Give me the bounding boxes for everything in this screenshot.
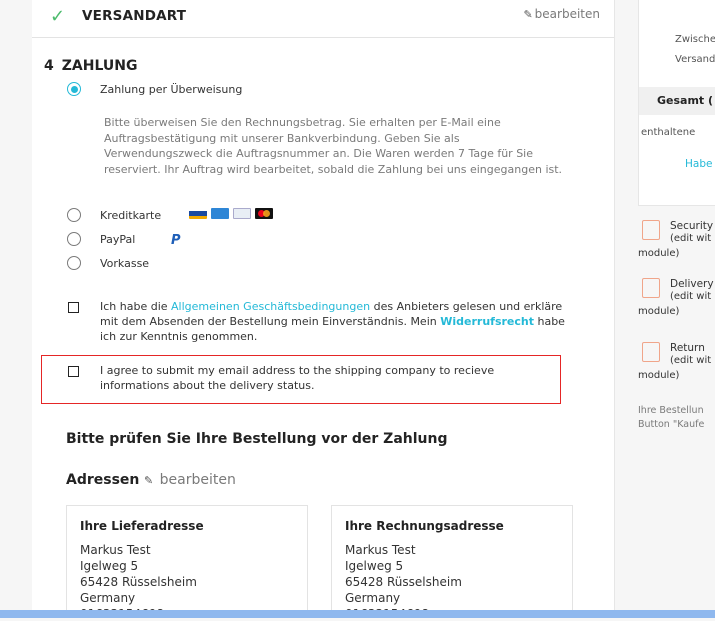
billing-address-card: Ihre Rechnungsadresse Markus Test Igelwe…	[331, 505, 573, 621]
reassurance-title: Delivery	[670, 278, 714, 290]
total-label: Gesamt (	[657, 94, 714, 107]
mastercard-icon	[255, 208, 273, 219]
edit-shipping-link[interactable]: ✎ bearbeiten	[523, 7, 600, 21]
billing-address-line: 65428 Rüsselsheim	[345, 575, 462, 589]
addresses-edit-label: bearbeiten	[159, 472, 236, 488]
shipping-address-line: Markus Test	[80, 543, 151, 557]
lock-icon	[642, 220, 660, 240]
terms-checkbox[interactable]	[68, 302, 79, 313]
pencil-icon: ✎	[523, 8, 533, 21]
paypal-icon: P	[171, 233, 181, 248]
billing-address-line: Igelweg 5	[345, 559, 404, 573]
terms-text: Ich habe die Allgemeinen Geschäftsbeding…	[100, 299, 570, 344]
bank-transfer-description: Bitte überweisen Sie den Rechnungsbetrag…	[104, 116, 563, 176]
truck-icon	[642, 278, 660, 298]
reassurance-sub: (edit wit	[670, 291, 712, 302]
addresses-edit-link[interactable]: ✎ bearbeiten	[144, 472, 236, 488]
step-shipping-header[interactable]: ✓ VERSANDART ✎ bearbeiten	[32, 0, 614, 38]
reassurance-tail: module)	[638, 370, 680, 381]
withdrawal-link[interactable]: Widerrufsrecht	[440, 315, 534, 328]
billing-address-line: Germany	[345, 591, 401, 605]
radio-paypal[interactable]	[67, 232, 81, 246]
step-payment-title: 4 ZAHLUNG	[44, 58, 137, 74]
radio-bank-transfer[interactable]	[67, 82, 81, 96]
order-footnote: Ihre Bestellun Button "Kaufe	[638, 404, 715, 432]
billing-address-title: Ihre Rechnungsadresse	[345, 519, 504, 533]
radio-credit-card[interactable]	[67, 208, 81, 222]
addresses-title: Adressen	[66, 472, 140, 488]
shipping-address-line: Igelweg 5	[80, 559, 139, 573]
subtotal-label: Zwische	[675, 34, 715, 45]
shipping-address-line: Germany	[80, 591, 136, 605]
footnote-line: Ihre Bestellun	[638, 405, 704, 416]
edit-shipping-label: bearbeiten	[534, 7, 600, 21]
promo-code-link[interactable]: Habe	[685, 158, 712, 170]
reassurance-title: Security	[670, 220, 714, 232]
shipping-address-card: Ihre Lieferadresse Markus Test Igelweg 5…	[66, 505, 308, 621]
reassurance-tail: module)	[638, 306, 680, 317]
card-icons	[189, 208, 273, 219]
step-shipping-title: VERSANDART	[82, 8, 187, 24]
shipping-address-title: Ihre Lieferadresse	[80, 519, 204, 533]
reassurance-sub: (edit wit	[670, 355, 712, 366]
reassurance-return: Return (edit wit module)	[638, 342, 715, 412]
step-payment-label: ZAHLUNG	[61, 58, 138, 74]
option-label-paypal[interactable]: PayPal	[100, 233, 135, 246]
billing-address-line: Markus Test	[345, 543, 416, 557]
review-title: Bitte prüfen Sie Ihre Bestellung vor der…	[66, 431, 448, 447]
option-label-credit-card[interactable]: Kreditkarte	[100, 209, 161, 222]
agb-link[interactable]: Allgemeinen Geschäftsbedingungen	[171, 300, 370, 313]
visa-icon	[189, 208, 207, 219]
cart-summary-panel: Zwische Versand Gesamt ( enthaltene Habe	[638, 0, 715, 206]
email-consent-checkbox[interactable]	[68, 366, 79, 377]
amex-icon	[211, 208, 229, 219]
reassurance-sub: (edit wit	[670, 233, 712, 244]
option-label-prepayment[interactable]: Vorkasse	[100, 257, 149, 270]
bottom-bar	[0, 610, 715, 618]
step-payment-number: 4	[44, 58, 54, 74]
email-consent-text: I agree to submit my email address to th…	[100, 364, 495, 392]
terms-text-before: Ich habe die	[100, 300, 172, 313]
reassurance-delivery: Delivery (edit wit module)	[638, 278, 715, 348]
tax-label: enthaltene	[641, 127, 696, 138]
footnote-line: Button "Kaufe	[638, 419, 705, 430]
diners-icon	[233, 208, 251, 219]
return-icon	[642, 342, 660, 362]
shipping-address-line: 65428 Rüsselsheim	[80, 575, 197, 589]
radio-prepayment[interactable]	[67, 256, 81, 270]
check-icon: ✓	[50, 6, 66, 27]
shipping-cost-label: Versand	[675, 54, 715, 65]
pencil-icon: ✎	[144, 474, 154, 487]
option-label-bank-transfer[interactable]: Zahlung per Überweisung	[100, 83, 242, 96]
checkout-main-column: ✓ VERSANDART ✎ bearbeiten 4 ZAHLUNG Zahlun…	[32, 0, 615, 621]
reassurance-title: Return	[670, 342, 705, 354]
reassurance-tail: module)	[638, 248, 680, 259]
